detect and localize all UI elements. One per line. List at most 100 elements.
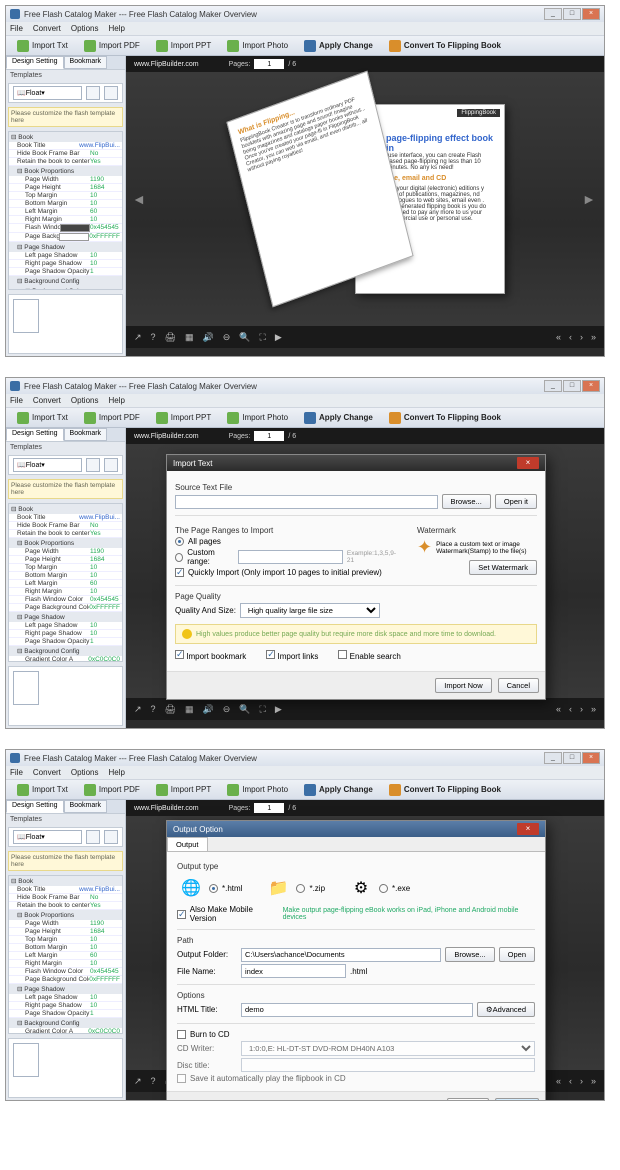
menu-options[interactable]: Options <box>71 396 99 405</box>
fullscreen-icon[interactable]: ⛶ <box>260 704 266 715</box>
import-ppt-button[interactable]: Import PPT <box>151 38 216 54</box>
page-input[interactable] <box>254 431 284 441</box>
share-icon[interactable]: ↗ <box>134 704 142 715</box>
menu-convert[interactable]: Convert <box>33 768 61 777</box>
prev-icon[interactable]: ‹ <box>569 704 572 714</box>
help-icon[interactable]: ? <box>151 1076 156 1087</box>
import-now-button[interactable]: Import Now <box>435 678 491 693</box>
tab-bookmark[interactable]: Bookmark <box>64 56 108 69</box>
property-tree[interactable]: ⊟ Book Book Titlewww.FlipBui... Hide Boo… <box>8 131 123 290</box>
thumbnails-icon[interactable]: ▦ <box>185 332 194 343</box>
tab-bookmark[interactable]: Bookmark <box>64 800 108 813</box>
open-button[interactable]: Open <box>499 947 535 962</box>
import-txt-button[interactable]: Import Txt <box>12 410 73 426</box>
zip-radio[interactable] <box>296 884 305 893</box>
minimize-button[interactable]: _ <box>544 8 562 20</box>
apply-change-button[interactable]: Apply Change <box>299 782 378 798</box>
page-thumbnail[interactable] <box>13 299 39 333</box>
template-save-icon[interactable] <box>104 458 118 472</box>
close-button[interactable]: × <box>582 380 600 392</box>
dialog-close-button[interactable]: × <box>517 457 539 469</box>
menu-file[interactable]: File <box>10 24 23 33</box>
property-tree[interactable]: ⊟ Book Book Titlewww.FlipBui... Hide Boo… <box>8 875 123 1034</box>
enable-search-checkbox[interactable] <box>338 650 347 659</box>
help-icon[interactable]: ? <box>151 704 156 715</box>
import-txt-button[interactable]: Import Txt <box>12 38 73 54</box>
menu-options[interactable]: Options <box>71 24 99 33</box>
dialog-close-button[interactable]: × <box>517 823 539 835</box>
menu-file[interactable]: File <box>10 768 23 777</box>
autoplay-checkbox[interactable] <box>177 1074 186 1083</box>
exe-radio[interactable] <box>379 884 388 893</box>
set-watermark-button[interactable]: Set Watermark <box>469 560 537 575</box>
import-pdf-button[interactable]: Import PDF <box>79 38 145 54</box>
page-thumbnail[interactable] <box>13 671 39 705</box>
quick-import-checkbox[interactable] <box>175 568 184 577</box>
maximize-button[interactable]: □ <box>563 380 581 392</box>
search-icon[interactable]: 🔍 <box>239 332 250 343</box>
flipbook-preview[interactable]: FlippingBook page-flipping effect book i… <box>225 104 505 294</box>
minimize-button[interactable]: _ <box>544 380 562 392</box>
first-page-icon[interactable]: « <box>556 1076 561 1086</box>
cd-writer-dropdown[interactable]: 1:0:0,E: HL-DT-ST DVD-ROM DH40N A103 <box>241 1041 535 1056</box>
maximize-button[interactable]: □ <box>563 8 581 20</box>
mobile-checkbox[interactable] <box>177 910 186 919</box>
template-dropdown[interactable]: 📖 Float ▾ <box>13 830 82 844</box>
menu-help[interactable]: Help <box>108 396 124 405</box>
file-name-input[interactable] <box>241 964 346 978</box>
menu-options[interactable]: Options <box>71 768 99 777</box>
sound-icon[interactable]: 🔊 <box>203 704 214 715</box>
cancel-button[interactable]: Cancel <box>447 1098 488 1100</box>
apply-change-button[interactable]: Apply Change <box>299 410 378 426</box>
template-save-icon[interactable] <box>104 830 118 844</box>
burn-cd-checkbox[interactable] <box>177 1030 186 1039</box>
close-button[interactable]: × <box>582 752 600 764</box>
template-open-icon[interactable] <box>86 830 100 844</box>
maximize-button[interactable]: □ <box>563 752 581 764</box>
page-input[interactable] <box>254 803 284 813</box>
template-dropdown[interactable]: 📖 Float ▾ <box>13 86 82 100</box>
browse-button[interactable]: Browse... <box>442 494 491 509</box>
import-txt-button[interactable]: Import Txt <box>12 782 73 798</box>
open-it-button[interactable]: Open it <box>495 494 537 509</box>
html-radio[interactable] <box>209 884 218 893</box>
tab-bookmark[interactable]: Bookmark <box>64 428 108 441</box>
zoom-out-icon[interactable]: ⊖ <box>223 332 231 343</box>
share-icon[interactable]: ↗ <box>134 1076 142 1087</box>
prev-page-arrow[interactable]: ◄ <box>132 191 148 207</box>
search-icon[interactable]: 🔍 <box>239 704 250 715</box>
import-ppt-button[interactable]: Import PPT <box>151 410 216 426</box>
first-page-icon[interactable]: « <box>556 332 561 342</box>
menu-convert[interactable]: Convert <box>33 24 61 33</box>
tab-design-setting[interactable]: Design Setting <box>6 800 64 813</box>
menu-help[interactable]: Help <box>108 768 124 777</box>
menu-help[interactable]: Help <box>108 24 124 33</box>
zoom-out-icon[interactable]: ⊖ <box>223 704 231 715</box>
browse-button[interactable]: Browse... <box>445 947 494 962</box>
next-page-arrow[interactable]: ► <box>582 191 598 207</box>
minimize-button[interactable]: _ <box>544 752 562 764</box>
fullscreen-icon[interactable]: ⛶ <box>260 332 266 343</box>
import-pdf-button[interactable]: Import PDF <box>79 782 145 798</box>
menu-file[interactable]: File <box>10 396 23 405</box>
next-icon[interactable]: › <box>580 704 583 714</box>
convert-button[interactable]: Convert To Flipping Book <box>384 410 506 426</box>
close-button[interactable]: × <box>582 8 600 20</box>
template-save-icon[interactable] <box>104 86 118 100</box>
advanced-button[interactable]: ⚙ Advanced <box>477 1002 535 1017</box>
prev-icon[interactable]: ‹ <box>569 332 572 342</box>
first-page-icon[interactable]: « <box>556 704 561 714</box>
convert-button[interactable]: Convert To Flipping Book <box>384 38 506 54</box>
autoplay-icon[interactable]: ▶ <box>275 332 282 343</box>
share-icon[interactable]: ↗ <box>134 332 142 343</box>
import-bookmark-checkbox[interactable] <box>175 650 184 659</box>
convert-button[interactable]: Convert <box>495 1098 539 1100</box>
help-icon[interactable]: ? <box>151 332 156 343</box>
cancel-button[interactable]: Cancel <box>498 678 539 693</box>
thumbnails-icon[interactable]: ▦ <box>185 704 194 715</box>
html-title-input[interactable] <box>241 1003 473 1017</box>
menu-convert[interactable]: Convert <box>33 396 61 405</box>
all-pages-radio[interactable] <box>175 537 184 546</box>
autoplay-icon[interactable]: ▶ <box>275 704 282 715</box>
custom-range-radio[interactable] <box>175 553 183 562</box>
